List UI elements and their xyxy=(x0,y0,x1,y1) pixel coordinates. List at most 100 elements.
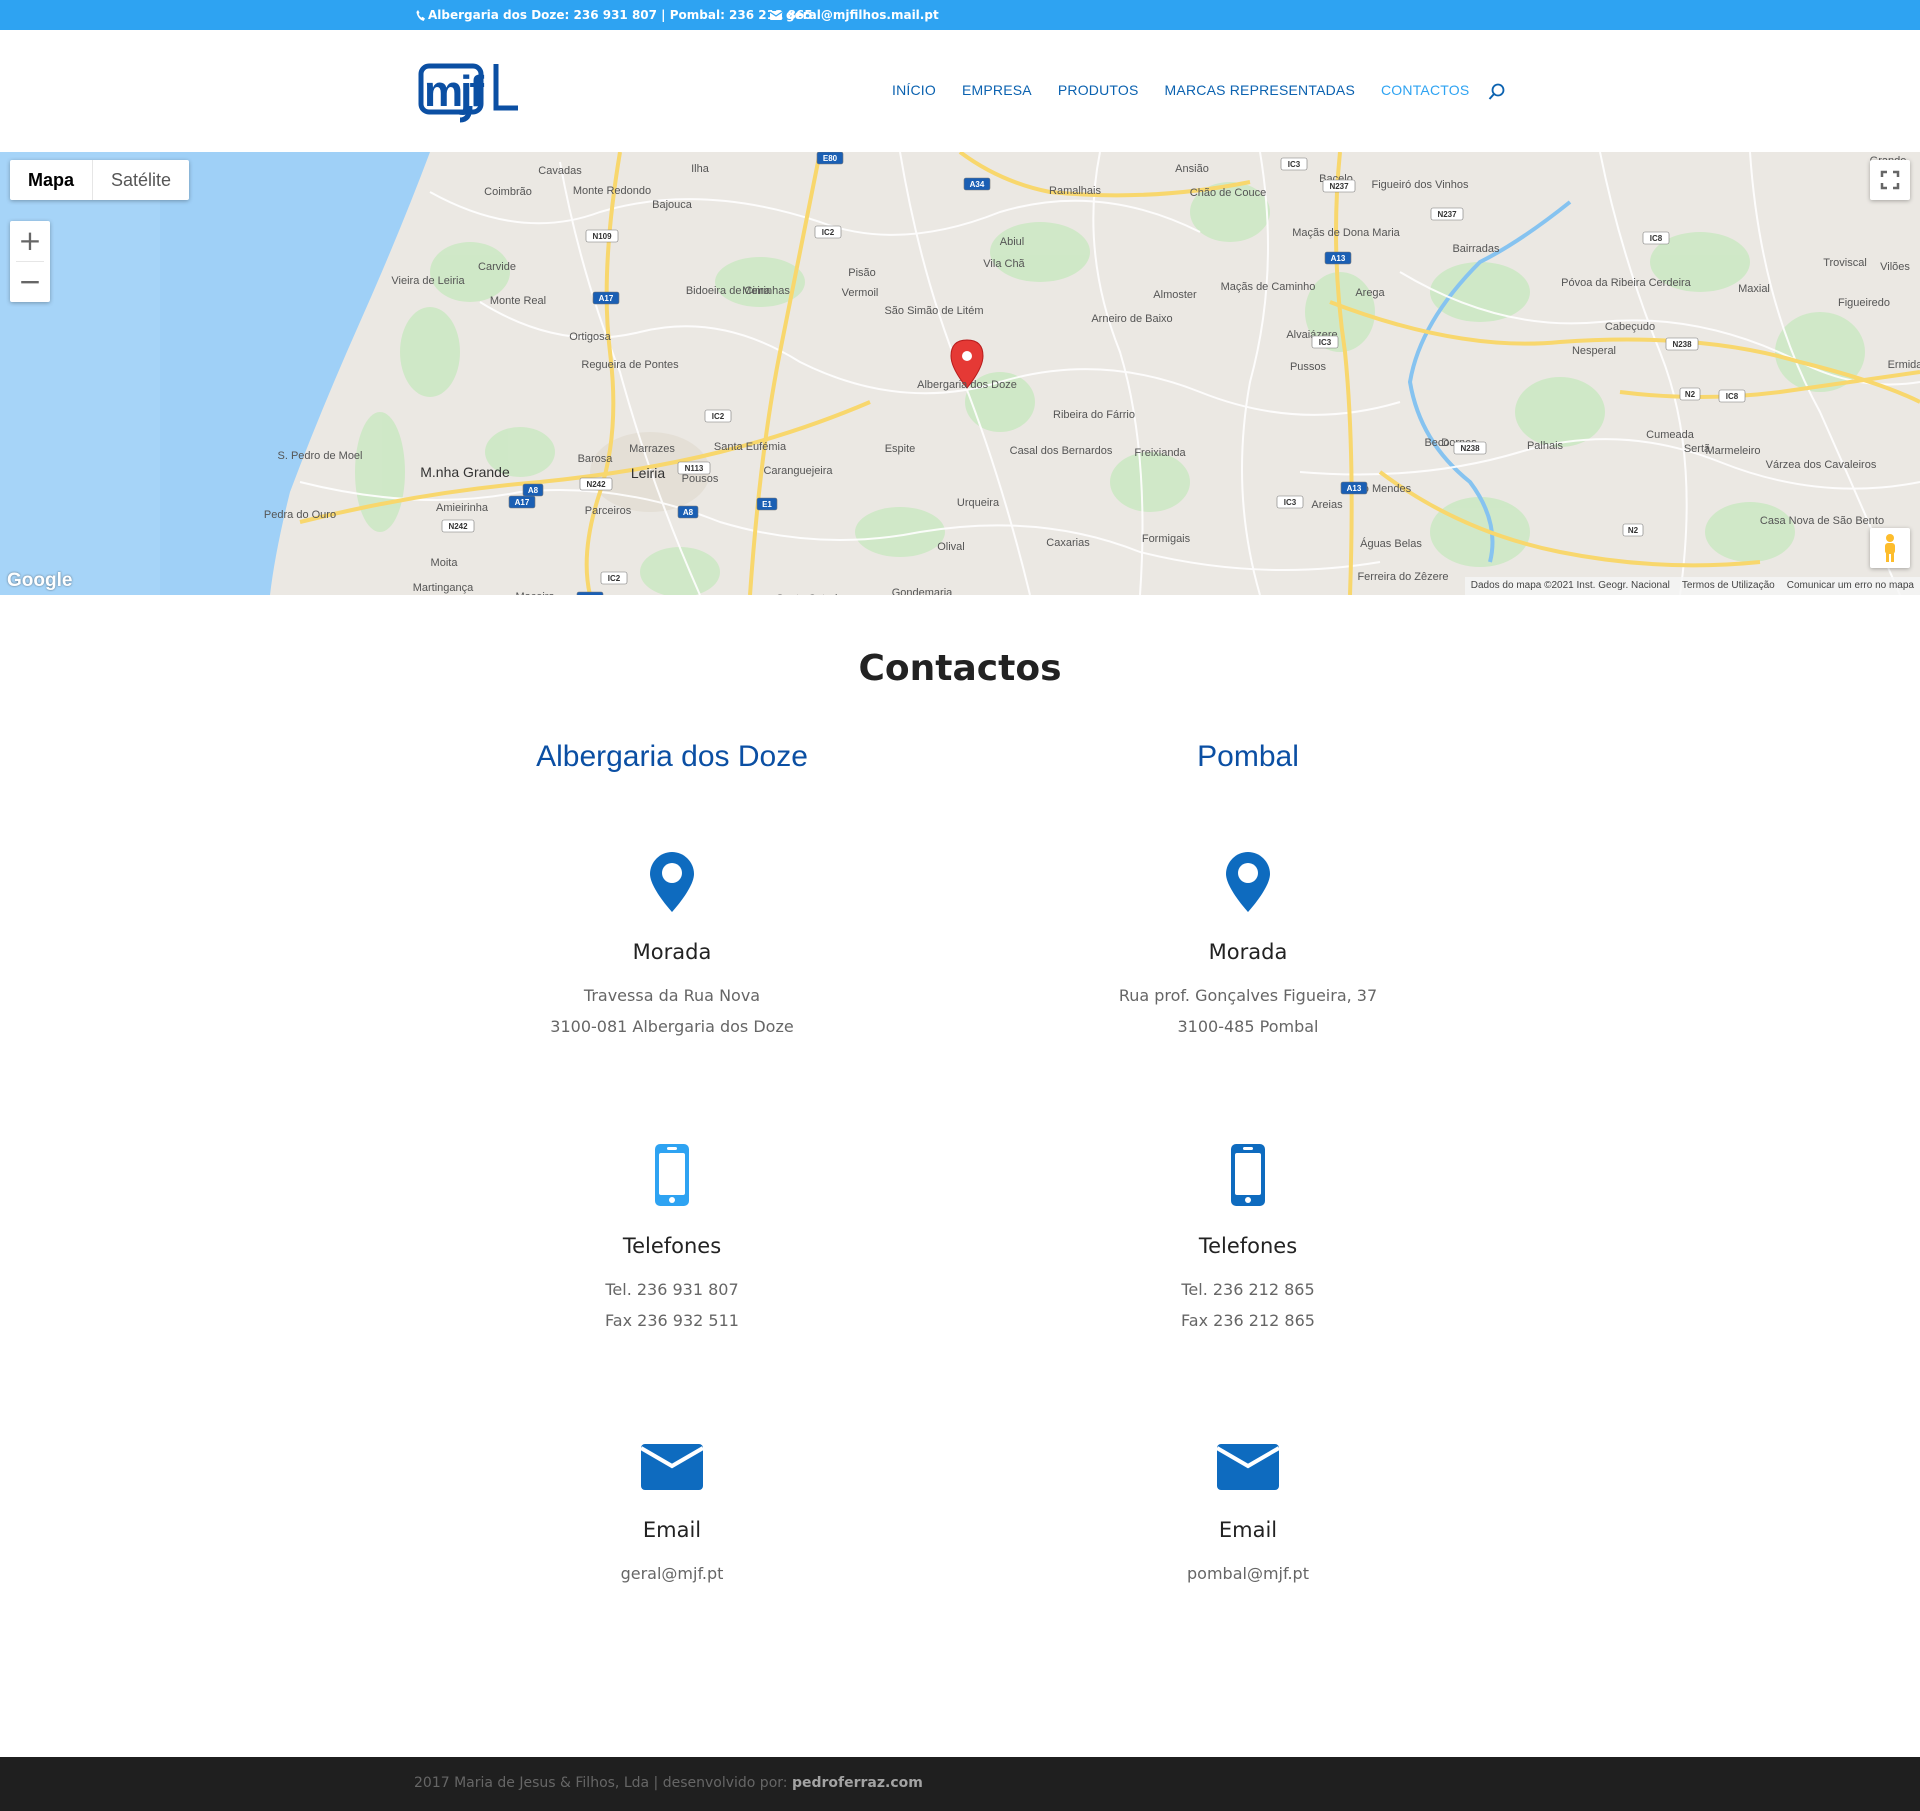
phones-text: Tel. 236 212 865 Fax 236 212 865 xyxy=(968,1274,1528,1336)
svg-text:IC2: IC2 xyxy=(822,228,835,237)
svg-text:N237: N237 xyxy=(1329,182,1349,191)
email-text: geral@mjf.pt xyxy=(392,1558,952,1589)
google-logo[interactable]: Google xyxy=(7,570,72,592)
fax-line: Fax 236 932 511 xyxy=(605,1311,739,1330)
zoom-out-button[interactable]: − xyxy=(10,262,50,302)
map-place-label: Martingança xyxy=(413,582,474,594)
map-place-label: Leiria xyxy=(631,465,665,481)
email-blurb: Email geral@mjf.pt xyxy=(392,1444,952,1589)
svg-text:E1: E1 xyxy=(762,500,772,509)
topbar-phones: Albergaria dos Doze: 236 931 807 | Pomba… xyxy=(416,8,813,22)
street-view-button[interactable] xyxy=(1870,528,1910,568)
map-road-shield: IC3 xyxy=(1280,157,1308,171)
address-text: Travessa da Rua Nova 3100-081 Albergaria… xyxy=(392,980,952,1042)
mobile-phone-icon xyxy=(655,1144,689,1206)
map-pin-icon xyxy=(650,852,694,912)
svg-text:IC8: IC8 xyxy=(1650,234,1663,243)
google-map[interactable]: Cavadas Ilha Coimbrão Monte Redondo Bajouca C… xyxy=(0,152,1920,595)
map-place-label: Ramalhais xyxy=(1049,185,1101,197)
map-place-label: Vieira de Leiria xyxy=(391,275,465,287)
map-place-label: Casal dos Bernardos xyxy=(1010,445,1113,457)
mjf-logo[interactable]: mjf xyxy=(418,58,522,124)
nav-contactos[interactable]: CONTACTOS xyxy=(1381,82,1469,98)
page-title: Contactos xyxy=(858,648,1062,689)
phones-blurb: Telefones Tel. 236 931 807 Fax 236 932 5… xyxy=(392,1144,952,1336)
address-text: Rua prof. Gonçalves Figueira, 37 3100-48… xyxy=(968,980,1528,1042)
search-icon[interactable] xyxy=(1488,83,1506,101)
svg-text:A17: A17 xyxy=(515,498,530,507)
map-road-shield: IC2 xyxy=(814,225,842,239)
map-place-label: Ferreira do Zêzere xyxy=(1357,571,1448,583)
map-place-label: Ilha xyxy=(691,163,710,175)
nav-produtos[interactable]: PRODUTOS xyxy=(1058,82,1139,98)
zoom-control: + − xyxy=(10,221,50,302)
map-place-label: Arega xyxy=(1355,287,1385,299)
map-place-label: Carvide xyxy=(478,261,516,273)
map-place-label: Monte Redondo xyxy=(573,185,651,197)
topbar-email-text[interactable]: geral@mjfilhos.mail.pt xyxy=(786,8,939,22)
map-road-shield: N238 xyxy=(1453,441,1487,455)
svg-text:IC3: IC3 xyxy=(1284,498,1297,507)
mobile-phone-icon xyxy=(1231,1144,1265,1206)
svg-text:E80: E80 xyxy=(823,154,838,163)
map-type-mapa[interactable]: Mapa xyxy=(10,160,94,200)
svg-text:A8: A8 xyxy=(683,508,694,517)
map-canvas[interactable]: Cavadas Ilha Coimbrão Monte RedondoBajouca C… xyxy=(0,152,1920,595)
email-address[interactable]: geral@mjf.pt xyxy=(392,1558,952,1589)
map-type-satelite[interactable]: Satélite xyxy=(93,160,189,200)
map-place-label: Pedra do Ouro xyxy=(264,509,336,521)
map-place-label: Regueira de Pontes xyxy=(581,359,679,371)
map-road-shield: N2 xyxy=(1679,387,1701,401)
svg-text:A8: A8 xyxy=(528,486,539,495)
phones-text: Tel. 236 931 807 Fax 236 932 511 xyxy=(392,1274,952,1336)
map-place-label: Bairradas xyxy=(1452,243,1500,255)
map-place-label: Palhais xyxy=(1527,440,1564,452)
map-road-shield: A17 xyxy=(508,495,536,509)
map-place-label: Bajouca xyxy=(652,199,693,211)
map-place-label: Ribeira do Fárrio xyxy=(1053,409,1135,421)
email-address[interactable]: pombal@mjf.pt xyxy=(968,1558,1528,1589)
phone-icon xyxy=(416,9,425,21)
map-report-error-link[interactable]: Comunicar um erro no mapa xyxy=(1781,577,1920,595)
svg-text:A34: A34 xyxy=(970,180,985,189)
map-place-label: Amieirinha xyxy=(436,502,489,514)
map-road-shield: IC8 xyxy=(1718,389,1746,403)
map-place-label: Troviscal xyxy=(1823,257,1867,269)
fullscreen-button[interactable] xyxy=(1870,160,1910,200)
map-place-label: Cavadas xyxy=(538,165,582,177)
svg-text:IC2: IC2 xyxy=(608,574,621,583)
map-terms-link[interactable]: Termos de Utilização xyxy=(1676,577,1781,595)
topbar-email[interactable]: geral@mjfilhos.mail.pt xyxy=(770,8,939,22)
map-place-label: Vermoil xyxy=(842,287,879,299)
nav-inicio[interactable]: INÍCIO xyxy=(892,82,936,98)
svg-text:IC8: IC8 xyxy=(1726,392,1739,401)
map-place-label: Santa Catarina xyxy=(776,593,850,595)
svg-text:N2: N2 xyxy=(1628,526,1639,535)
map-road-shield: E1 xyxy=(756,497,778,511)
map-place-label: Chão de Couce xyxy=(1190,187,1266,199)
map-place-label: Espite xyxy=(885,443,916,455)
footer-author-link[interactable]: pedroferraz.com xyxy=(792,1775,923,1791)
map-place-label: Ermida xyxy=(1888,359,1920,371)
map-place-label: S. Pedro de Moel xyxy=(278,450,363,462)
svg-text:N238: N238 xyxy=(1672,340,1692,349)
zoom-in-button[interactable]: + xyxy=(10,221,50,261)
email-blurb: Email pombal@mjf.pt xyxy=(968,1444,1528,1589)
map-place-label: Santa Eufémia xyxy=(714,441,787,453)
phones-title: Telefones xyxy=(1198,1234,1298,1258)
map-place-label: Barosa xyxy=(578,453,614,465)
footer-credits: 2017 Maria de Jesus & Filhos, Lda | dese… xyxy=(414,1775,923,1791)
map-road-shield: N242 xyxy=(579,477,613,491)
map-road-shield: E80 xyxy=(816,152,844,165)
nav-empresa[interactable]: EMPRESA xyxy=(962,82,1032,98)
svg-text:N2: N2 xyxy=(1685,390,1696,399)
location-column-pombal: Pombal Morada Rua prof. Gonçalves Figuei… xyxy=(968,740,1528,1583)
map-place-label: M.nha Grande xyxy=(420,464,510,480)
map-place-label: Cabeçudo xyxy=(1605,321,1655,333)
svg-text:A17: A17 xyxy=(599,294,614,303)
map-road-shield: A13 xyxy=(1340,481,1368,495)
map-place-label: Várzea dos Cavaleiros xyxy=(1766,459,1877,471)
map-road-shield: N113 xyxy=(677,461,711,475)
nav-marcas-representadas[interactable]: MARCAS REPRESENTADAS xyxy=(1165,82,1355,98)
svg-text:N242: N242 xyxy=(448,522,468,531)
